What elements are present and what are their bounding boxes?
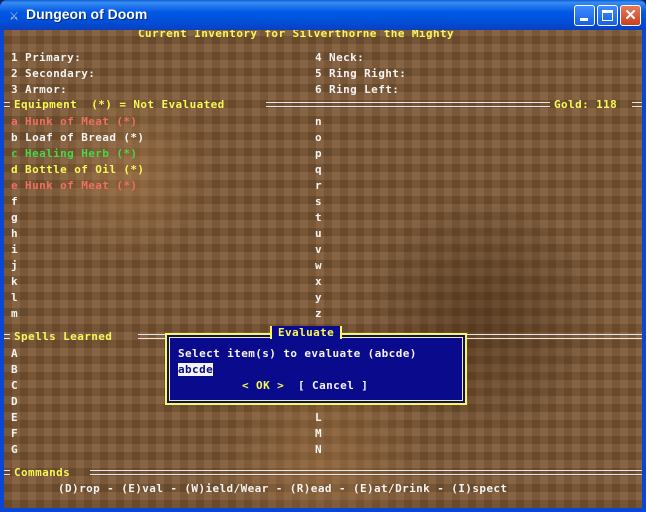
minimize-button[interactable] bbox=[574, 5, 595, 26]
spell-slot[interactable]: G bbox=[11, 443, 18, 456]
inventory-item[interactable]: s bbox=[315, 195, 322, 208]
dialog-title: Evaluate bbox=[270, 326, 343, 339]
slot-ring-left: 6 Ring Left: bbox=[315, 83, 400, 96]
slot-neck: 4 Neck: bbox=[315, 51, 365, 64]
inventory-item[interactable]: c Healing Herb (*) bbox=[11, 147, 137, 160]
divider-line bbox=[4, 334, 10, 339]
inventory-item[interactable]: o bbox=[315, 131, 322, 144]
spell-slot[interactable]: E bbox=[11, 411, 18, 424]
inventory-item[interactable]: y bbox=[315, 291, 322, 304]
inventory-item[interactable]: w bbox=[315, 259, 322, 272]
window-frame-bottom bbox=[0, 508, 646, 512]
spell-slot[interactable]: D bbox=[11, 395, 18, 408]
divider-line bbox=[266, 102, 550, 107]
spell-slot[interactable]: N bbox=[315, 443, 322, 456]
maximize-button[interactable] bbox=[597, 5, 618, 26]
inventory-item[interactable]: a Hunk of Meat (*) bbox=[11, 115, 137, 128]
inventory-header: Current Inventory for Silverthorne the M… bbox=[138, 30, 455, 40]
spell-slot[interactable]: B bbox=[11, 363, 18, 376]
window-title: Dungeon of Doom bbox=[26, 6, 148, 22]
divider-line bbox=[90, 470, 642, 475]
inventory-item[interactable]: u bbox=[315, 227, 322, 240]
inventory-item[interactable]: m bbox=[11, 307, 18, 320]
slot-primary: 1 Primary: bbox=[11, 51, 82, 64]
inventory-item[interactable]: d Bottle of Oil (*) bbox=[11, 163, 144, 176]
slot-ring-right: 5 Ring Right: bbox=[315, 67, 407, 80]
inventory-item[interactable]: k bbox=[11, 275, 18, 288]
inventory-item[interactable]: z bbox=[315, 307, 322, 320]
evaluate-dialog: Evaluate Select item(s) to evaluate (abc… bbox=[165, 326, 467, 405]
slot-armor: 3 Armor: bbox=[11, 83, 68, 96]
dialog-prompt: Select item(s) to evaluate (abcde) bbox=[178, 347, 417, 360]
spell-slot[interactable]: F bbox=[11, 427, 18, 440]
commands-label: Commands bbox=[14, 466, 71, 479]
title-bar[interactable]: ⚔ Dungeon of Doom ✕ bbox=[0, 0, 646, 30]
inventory-item[interactable]: x bbox=[315, 275, 322, 288]
inventory-item[interactable]: h bbox=[11, 227, 18, 240]
game-screen: Current Inventory for Silverthorne the M… bbox=[4, 30, 642, 508]
inventory-item[interactable]: l bbox=[11, 291, 18, 304]
spell-slot[interactable]: C bbox=[11, 379, 18, 392]
spell-slot[interactable]: L bbox=[315, 411, 322, 424]
window-frame-right bbox=[642, 30, 646, 512]
inventory-item[interactable]: t bbox=[315, 211, 322, 224]
inventory-item[interactable]: q bbox=[315, 163, 322, 176]
divider-line bbox=[4, 470, 10, 475]
spells-label: Spells Learned bbox=[14, 330, 113, 343]
inventory-item[interactable]: e Hunk of Meat (*) bbox=[11, 179, 137, 192]
inventory-item[interactable]: g bbox=[11, 211, 18, 224]
inventory-item[interactable]: i bbox=[11, 243, 18, 256]
item-selection-input[interactable]: abcde bbox=[178, 363, 214, 376]
cancel-button[interactable]: [ Cancel ] bbox=[298, 379, 368, 392]
inventory-item[interactable]: b Loaf of Bread (*) bbox=[11, 131, 144, 144]
inventory-item[interactable]: r bbox=[315, 179, 322, 192]
close-button[interactable]: ✕ bbox=[620, 5, 641, 26]
command-list: (D)rop - (E)val - (W)ield/Wear - (R)ead … bbox=[58, 482, 508, 495]
gold-amount: Gold: 118 bbox=[554, 98, 618, 111]
app-window: ⚔ Dungeon of Doom ✕ Current Inventory fo… bbox=[0, 0, 646, 512]
inventory-item[interactable]: j bbox=[11, 259, 18, 272]
inventory-item[interactable]: v bbox=[315, 243, 322, 256]
close-icon: ✕ bbox=[624, 7, 637, 24]
ok-button[interactable]: < OK > bbox=[242, 379, 284, 392]
inventory-item[interactable]: p bbox=[315, 147, 322, 160]
divider-line bbox=[4, 102, 10, 107]
equipment-label: Equipment (*) = Not Evaluated bbox=[14, 98, 225, 111]
sword-icon: ⚔ bbox=[9, 6, 19, 24]
divider-line bbox=[632, 102, 642, 107]
inventory-item[interactable]: n bbox=[315, 115, 322, 128]
spell-slot[interactable]: M bbox=[315, 427, 322, 440]
spell-slot[interactable]: A bbox=[11, 347, 18, 360]
slot-secondary: 2 Secondary: bbox=[11, 67, 96, 80]
inventory-item[interactable]: f bbox=[11, 195, 18, 208]
